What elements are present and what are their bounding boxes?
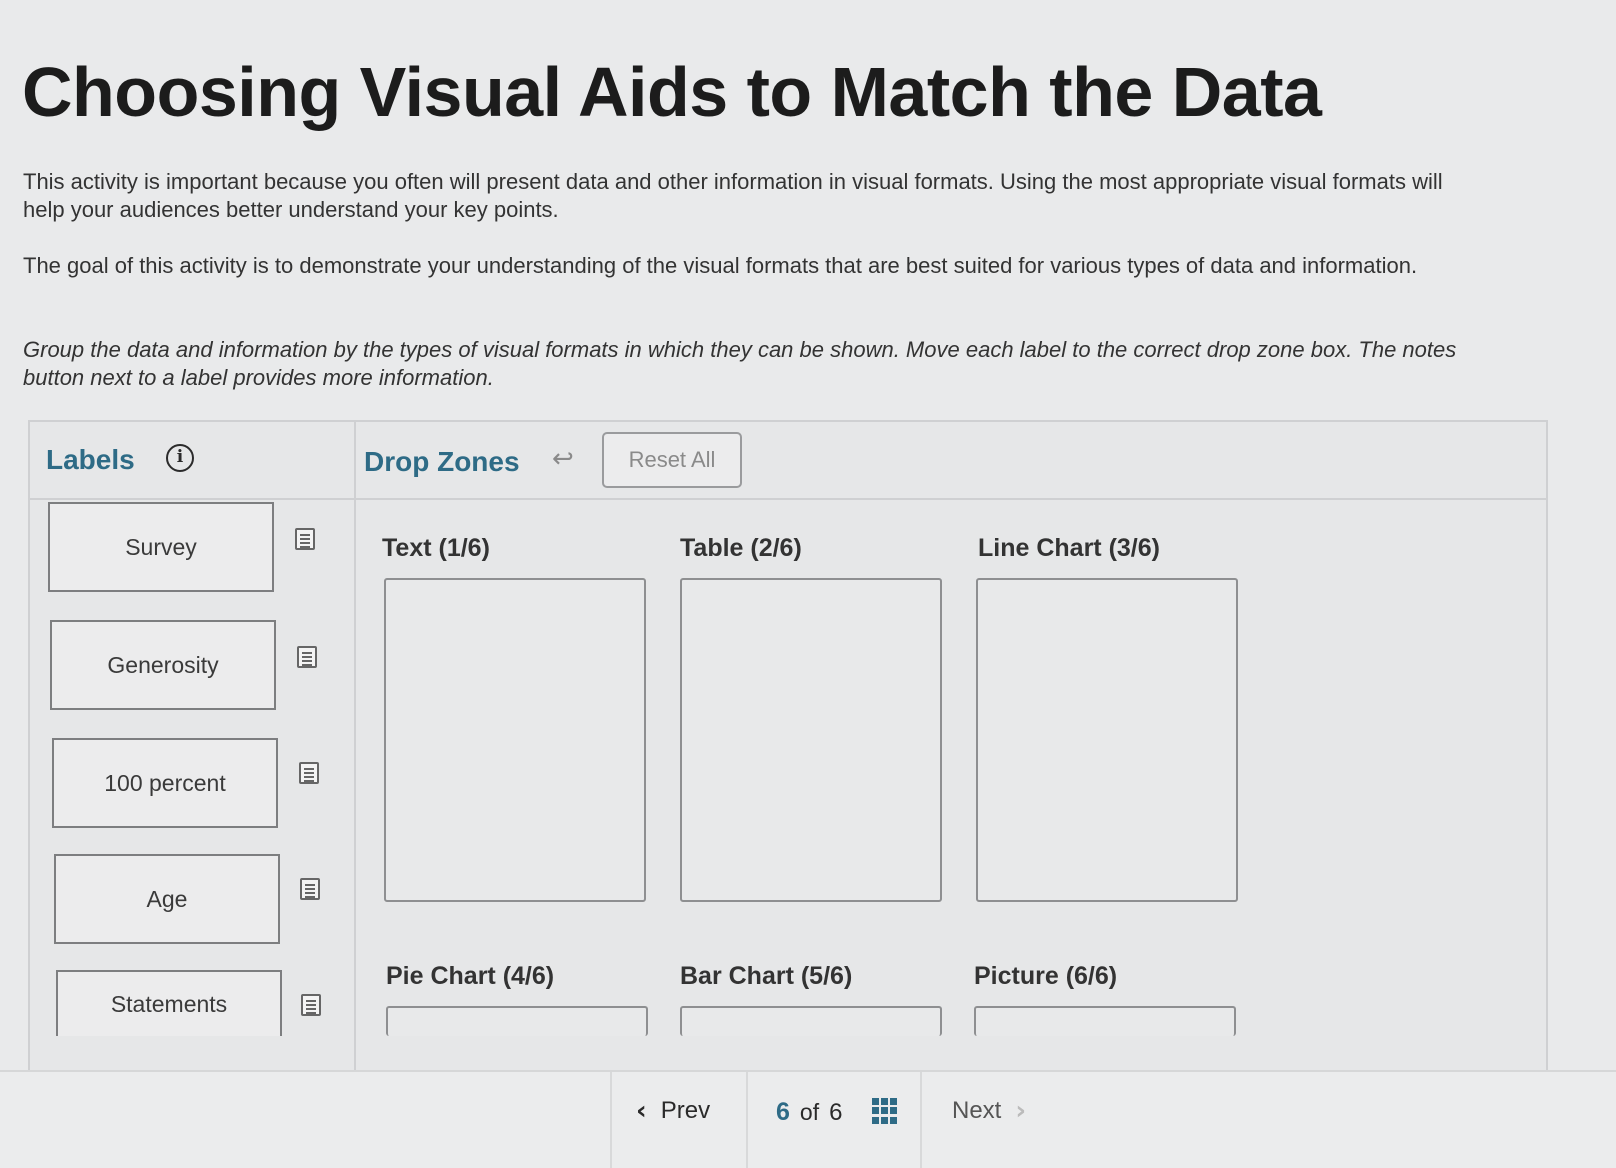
drop-zone-line-chart[interactable] [976, 578, 1238, 902]
prev-label: Prev [660, 1097, 711, 1124]
prev-button[interactable]: ‹ Prev [636, 1096, 710, 1126]
label-text: Statements [110, 990, 228, 1017]
drop-zone-text[interactable] [384, 578, 646, 902]
grid-menu-icon[interactable] [872, 1098, 898, 1124]
page-of: of [799, 1099, 820, 1125]
nav-divider [610, 1072, 612, 1168]
notes-icon[interactable] [297, 646, 317, 668]
label-statements[interactable]: Statements [56, 970, 282, 1036]
label-generosity[interactable]: Generosity [50, 620, 276, 710]
notes-icon[interactable] [299, 762, 319, 784]
label-age[interactable]: Age [54, 854, 280, 944]
label-text: Survey [125, 533, 197, 560]
nav-divider [920, 1072, 922, 1168]
intro-paragraph-importance: This activity is important because you o… [23, 169, 1443, 222]
intro-paragraph-goal: The goal of this activity is to demonstr… [23, 253, 1418, 278]
next-label: Next [952, 1097, 1002, 1124]
zone-title-table: Table (2/6) [680, 534, 802, 562]
page-title: Choosing Visual Aids to Match the Data [22, 53, 1322, 131]
label-100-percent[interactable]: 100 percent [52, 738, 278, 828]
labels-column: Labels i Survey Generosity 100 percent A… [30, 422, 356, 1070]
label-text: 100 percent [104, 769, 226, 796]
zone-title-line-chart: Line Chart (3/6) [978, 534, 1160, 562]
drop-zone-bar-chart[interactable] [680, 1006, 942, 1036]
zone-title-picture: Picture (6/6) [974, 962, 1118, 990]
nav-divider [746, 1072, 748, 1168]
instructions-paragraph: Group the data and information by the ty… [23, 337, 1457, 390]
label-survey[interactable]: Survey [48, 502, 274, 592]
notes-icon[interactable] [300, 878, 320, 900]
drop-zone-pie-chart[interactable] [386, 1006, 648, 1036]
chevron-left-icon: ‹ [636, 1096, 647, 1126]
reset-all-button[interactable]: Reset All [602, 432, 742, 488]
labels-heading: Labels [46, 444, 135, 475]
zone-title-pie-chart: Pie Chart (4/6) [386, 962, 555, 990]
drop-zone-table[interactable] [680, 578, 942, 902]
activity-panel: Labels i Survey Generosity 100 percent A… [28, 420, 1548, 1070]
zone-title-bar-chart: Bar Chart (5/6) [680, 962, 853, 990]
drop-zone-picture[interactable] [974, 1006, 1236, 1036]
label-text: Age [146, 885, 188, 912]
next-button[interactable]: Next › [952, 1096, 1026, 1126]
page-current: 6 [776, 1098, 790, 1126]
notes-icon[interactable] [301, 994, 321, 1016]
undo-icon[interactable]: ↩ [552, 444, 574, 474]
label-text: Generosity [107, 651, 219, 678]
notes-icon[interactable] [295, 528, 315, 550]
page-indicator: 6 of 6 [776, 1098, 842, 1127]
drop-zones-heading: Drop Zones [364, 446, 520, 477]
zone-title-text: Text (1/6) [382, 534, 490, 562]
page-total: 6 [829, 1099, 843, 1126]
navigation-bar: ‹ Prev 6 of 6 Next › [0, 1070, 1616, 1168]
info-icon[interactable]: i [166, 444, 194, 472]
chevron-right-icon: › [1015, 1096, 1027, 1126]
